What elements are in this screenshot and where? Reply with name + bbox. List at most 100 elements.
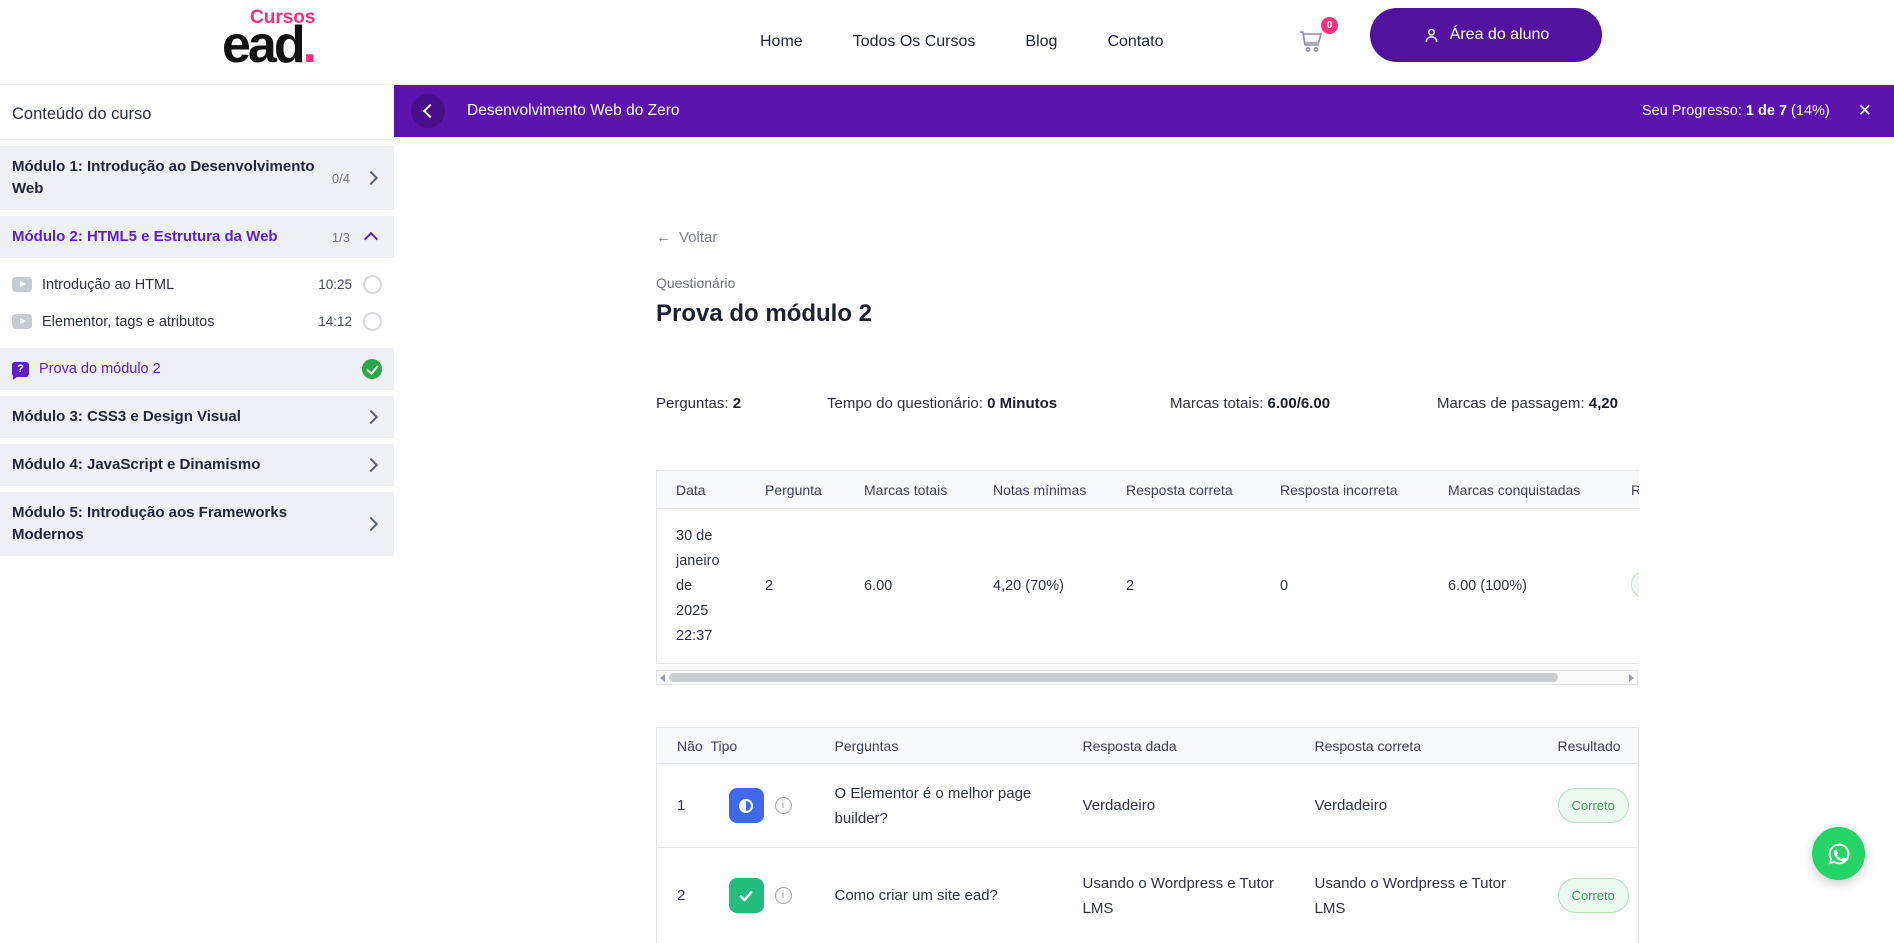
col-notas-minimas: Notas mínimas xyxy=(974,471,1107,509)
scroll-left-arrow[interactable] xyxy=(660,674,665,682)
back-label: Voltar xyxy=(679,229,717,246)
col-resposta-correta: Resposta correta xyxy=(1305,728,1548,764)
lesson-label: Prova do módulo 2 xyxy=(39,361,161,377)
col-resultado: Resultado xyxy=(1612,471,1639,509)
sidebar-title: Conteúdo do curso xyxy=(0,84,394,140)
close-icon[interactable]: ✕ xyxy=(1858,102,1872,119)
lesson-label: Introdução ao HTML xyxy=(42,277,174,293)
course-progress: Seu Progresso: 1 de 7 (14%) xyxy=(1642,103,1830,119)
nav-contato[interactable]: Contato xyxy=(1107,33,1163,51)
cart-count-badge: 0 xyxy=(1321,17,1338,34)
chevron-right-icon xyxy=(364,171,378,185)
quiz-kicker: Questionário xyxy=(656,275,735,291)
person-icon xyxy=(1423,27,1440,44)
col-data: Data xyxy=(657,471,746,509)
quiz-icon: ? xyxy=(12,362,29,377)
result-cell: Correto xyxy=(1548,764,1639,848)
lesson-duration: 14:12 xyxy=(318,314,352,329)
question-text: Como criar um site ead? xyxy=(825,848,1073,943)
attempt-row: 30 de janeiro de 2025 22:37 2 6.00 4,20 … xyxy=(657,509,1639,664)
attempt-date: 30 de janeiro de 2025 22:37 xyxy=(657,509,746,664)
scroll-right-arrow[interactable] xyxy=(1629,674,1634,682)
attempt-marcas-conquistadas: 6.00 (100%) xyxy=(1429,509,1612,664)
logo-dot: . xyxy=(303,16,314,74)
sidebar-module-1[interactable]: Módulo 1: Introdução ao Desenvolvimento … xyxy=(0,146,394,210)
lesson-elementor-tags-atributos[interactable]: Elementor, tags e atributos 14:12 xyxy=(0,303,394,340)
horizontal-scrollbar[interactable] xyxy=(656,670,1638,685)
info-icon[interactable]: i xyxy=(775,797,792,814)
module-2-lessons: Introdução ao HTML 10:25 Elementor, tags… xyxy=(0,258,394,348)
col-perguntas: Perguntas xyxy=(825,728,1073,764)
chevron-right-icon xyxy=(364,458,378,472)
attempts-table: Data Pergunta Marcas totais Notas mínima… xyxy=(657,470,1639,664)
site-logo[interactable]: Cursos ead. xyxy=(222,8,352,67)
play-icon xyxy=(12,314,32,329)
nav-home[interactable]: Home xyxy=(760,33,803,51)
stat-tempo: Tempo do questionário: 0 Minutos xyxy=(827,395,1170,412)
info-icon[interactable]: i xyxy=(775,887,792,904)
course-topbar: Desenvolvimento Web do Zero Seu Progress… xyxy=(394,84,1894,137)
page-title: Prova do módulo 2 xyxy=(656,300,872,328)
lesson-status-circle xyxy=(363,275,382,294)
top-header: Cursos ead. Home Todos Os Cursos Blog Co… xyxy=(0,0,1894,85)
quiz-result-main: ← Voltar Questionário Prova do módulo 2 … xyxy=(394,137,1894,907)
result-badge-clipped xyxy=(1631,571,1639,598)
chevron-right-icon xyxy=(364,517,378,531)
col-marcas-conquistadas: Marcas conquistadas xyxy=(1429,471,1612,509)
col-resposta-dada: Resposta dada xyxy=(1073,728,1305,764)
back-link[interactable]: ← Voltar xyxy=(656,229,717,246)
given-answer: Usando o Wordpress e Tutor LMS xyxy=(1073,848,1305,943)
attempts-table-wrapper: Data Pergunta Marcas totais Notas mínima… xyxy=(656,470,1639,664)
course-title: Desenvolvimento Web do Zero xyxy=(467,102,680,120)
sidebar-module-3[interactable]: Módulo 3: CSS3 e Design Visual xyxy=(0,396,394,438)
main-nav: Home Todos Os Cursos Blog Contato xyxy=(760,0,1163,84)
module-label: Módulo 4: JavaScript e Dinamismo xyxy=(12,454,366,476)
question-type-cell: i xyxy=(701,764,825,848)
module-count: 0/4 xyxy=(332,171,350,186)
student-area-button[interactable]: Área do aluno xyxy=(1370,8,1602,62)
progress-count: 1 de 7 xyxy=(1746,103,1787,119)
sidebar-module-5[interactable]: Módulo 5: Introdução aos Frameworks Mode… xyxy=(0,492,394,556)
col-nao: Não xyxy=(657,728,701,764)
course-back-button[interactable] xyxy=(411,94,445,128)
nav-blog[interactable]: Blog xyxy=(1025,33,1057,51)
module-label: Módulo 2: HTML5 e Estrutura da Web xyxy=(12,226,332,248)
question-type-cell: i xyxy=(701,848,825,943)
whatsapp-button[interactable] xyxy=(1812,827,1865,880)
cart-button[interactable]: 0 xyxy=(1296,24,1336,62)
sidebar-module-2[interactable]: Módulo 2: HTML5 e Estrutura da Web 1/3 xyxy=(0,216,394,258)
chevron-left-icon xyxy=(422,103,436,117)
student-area-label: Área do aluno xyxy=(1450,26,1550,44)
attempt-marcas-totais: 6.00 xyxy=(845,509,974,664)
question-row: 2 i Como criar um site ead? Usando xyxy=(657,848,1639,943)
sidebar-module-4[interactable]: Módulo 4: JavaScript e Dinamismo xyxy=(0,444,394,486)
result-badge: Correto xyxy=(1558,788,1629,823)
course-sidebar: Conteúdo do curso Módulo 1: Introdução a… xyxy=(0,84,394,907)
multiple-choice-type-icon xyxy=(729,878,764,913)
given-answer: Verdadeiro xyxy=(1073,764,1305,848)
result-badge: Correto xyxy=(1558,878,1629,913)
questions-table: Não Tipo Perguntas Resposta dada Respost… xyxy=(656,727,1639,943)
correct-answer: Usando o Wordpress e Tutor LMS xyxy=(1305,848,1548,943)
attempt-resultado xyxy=(1612,509,1639,664)
lesson-introducao-ao-html[interactable]: Introdução ao HTML 10:25 xyxy=(0,266,394,303)
attempt-resposta-incorreta: 0 xyxy=(1261,509,1429,664)
col-pergunta: Pergunta xyxy=(746,471,845,509)
lesson-status-circle xyxy=(363,312,382,331)
module-label: Módulo 1: Introdução ao Desenvolvimento … xyxy=(12,156,332,200)
attempt-resposta-correta: 2 xyxy=(1107,509,1261,664)
chevron-up-icon xyxy=(364,232,378,246)
lesson-prova-modulo-2-active[interactable]: ? Prova do módulo 2 xyxy=(0,348,394,390)
question-num: 2 xyxy=(657,848,701,943)
question-text: O Elementor é o melhor page builder? xyxy=(825,764,1073,848)
play-icon xyxy=(12,277,32,292)
completed-check-icon xyxy=(362,359,382,379)
result-cell: Correto xyxy=(1548,848,1639,943)
scrollbar-thumb[interactable] xyxy=(669,673,1558,682)
quiz-stats: Perguntas: 2 Tempo do questionário: 0 Mi… xyxy=(656,395,1618,412)
col-resultado: Resultado xyxy=(1548,728,1639,764)
module-label: Módulo 3: CSS3 e Design Visual xyxy=(12,406,366,428)
col-marcas-totais: Marcas totais xyxy=(845,471,974,509)
nav-todos-os-cursos[interactable]: Todos Os Cursos xyxy=(853,33,976,51)
lesson-duration: 10:25 xyxy=(318,277,352,292)
